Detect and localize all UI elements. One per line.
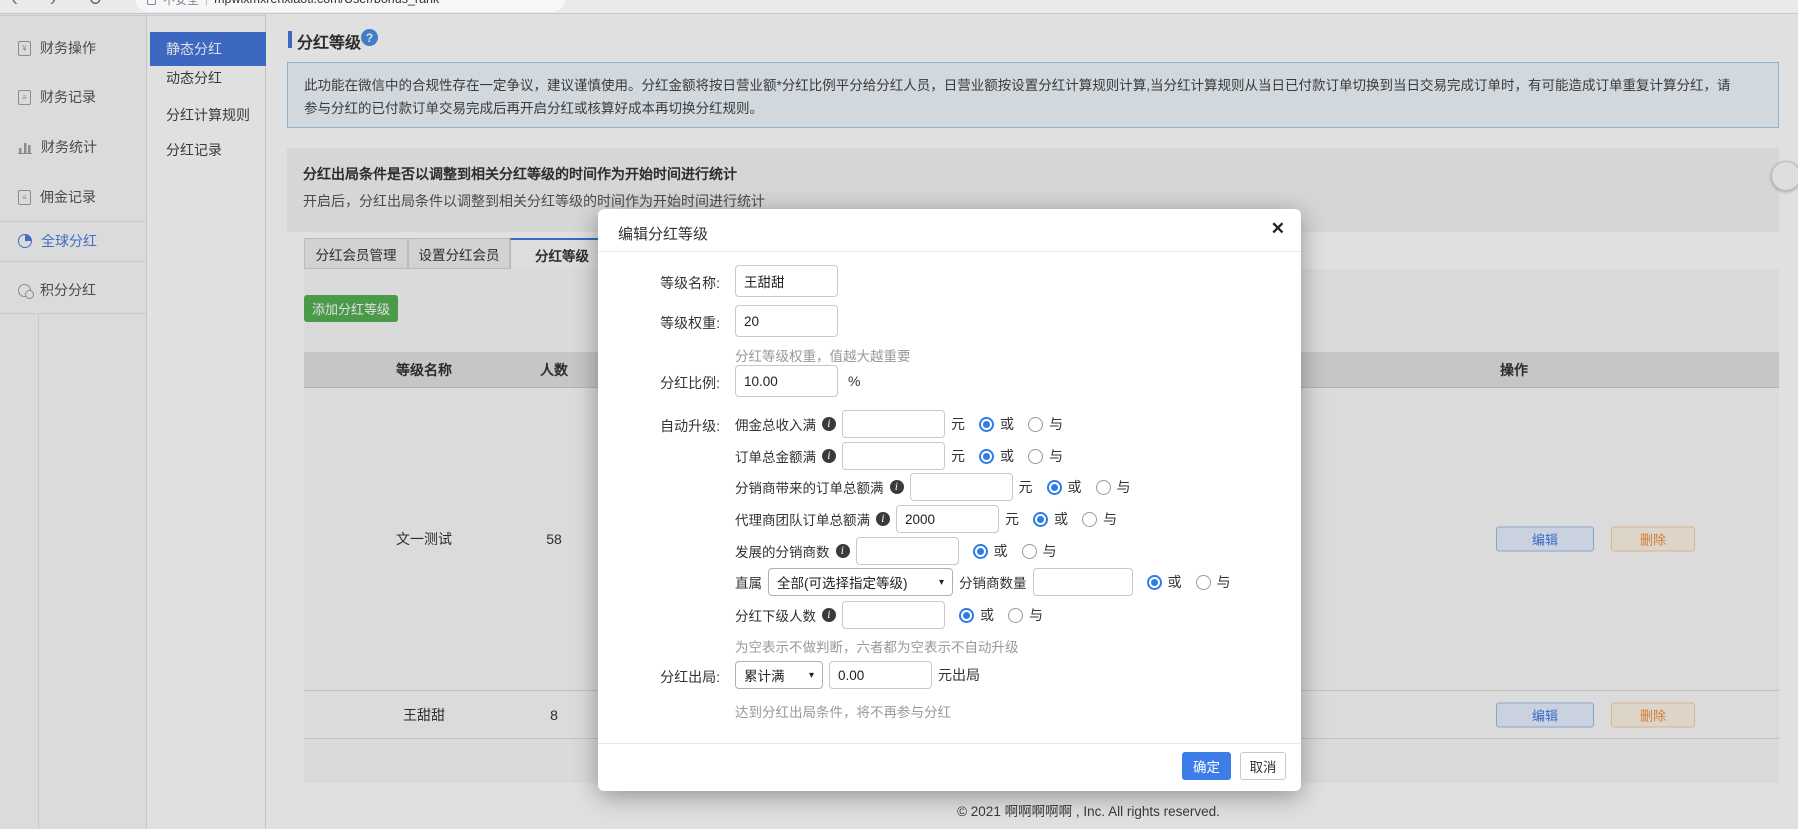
select-value: 全部(可选择指定等级): [777, 572, 908, 592]
chevron-down-icon: ▾: [939, 577, 944, 588]
agent-team-orders-input[interactable]: [896, 505, 999, 533]
browser-reload-icon[interactable]: ↻: [88, 0, 102, 10]
or-radio[interactable]: [979, 417, 994, 432]
or-label: 或: [1054, 509, 1068, 529]
auto-upgrade-row-developed-distributors: 发展的分销商数 i 或 与: [735, 537, 1057, 565]
select-value: 累计满: [744, 665, 785, 685]
url-text: mpwlxmxrenxiaoti.com/User/bonus_rank: [214, 0, 439, 6]
and-radio[interactable]: [1096, 480, 1111, 495]
order-total-input[interactable]: [842, 442, 945, 470]
and-label: 与: [1029, 605, 1043, 625]
auto-upgrade-row-agent-team-orders: 代理商团队订单总额满 i 元 或 与: [735, 505, 1117, 533]
ratio-input[interactable]: [735, 365, 838, 397]
or-label: 或: [1168, 572, 1182, 592]
info-icon[interactable]: i: [890, 480, 904, 494]
or-label: 或: [1000, 414, 1014, 434]
and-radio[interactable]: [1028, 449, 1043, 464]
address-separator: |: [205, 0, 208, 6]
screen: ‹ › ↻ 不安全 | mpwlxmxrenxiaoti.com/User/bo…: [0, 0, 1798, 829]
row-label: 代理商团队订单总额满: [735, 509, 870, 529]
auto-upgrade-hint: 为空表示不做判断，六者都为空表示不自动升级: [735, 636, 1019, 656]
and-label: 与: [1217, 572, 1231, 592]
level-weight-hint: 分红等级权重，值越大越重要: [735, 345, 911, 365]
row-label: 分红下级人数: [735, 605, 816, 625]
info-icon[interactable]: i: [822, 608, 836, 622]
dividend-out-hint: 达到分红出局条件，将不再参与分红: [735, 701, 951, 721]
unit-label: 元: [1019, 477, 1033, 497]
row-label: 佣金总收入满: [735, 414, 816, 434]
and-label: 与: [1117, 477, 1131, 497]
or-radio[interactable]: [959, 608, 974, 623]
address-bar[interactable]: 不安全 | mpwlxmxrenxiaoti.com/User/bonus_ra…: [135, 0, 565, 12]
unit-label: 元: [951, 414, 965, 434]
or-label: 或: [980, 605, 994, 625]
or-label: 或: [1000, 446, 1014, 466]
auto-upgrade-row-commission: 佣金总收入满 i 元 或 与: [735, 410, 1063, 438]
row-label: 分销商带来的订单总额满: [735, 477, 884, 497]
unit-label: 元: [1005, 509, 1019, 529]
and-radio[interactable]: [1196, 575, 1211, 590]
auto-upgrade-label: 自动升级:: [598, 416, 720, 436]
info-icon[interactable]: i: [822, 449, 836, 463]
or-radio[interactable]: [1047, 480, 1062, 495]
or-label: 或: [1068, 477, 1082, 497]
or-radio[interactable]: [979, 449, 994, 464]
level-weight-input[interactable]: [735, 305, 838, 337]
direct-level-select[interactable]: 全部(可选择指定等级) ▾: [768, 568, 953, 596]
row-label: 订单总金额满: [735, 446, 816, 466]
or-radio[interactable]: [1033, 512, 1048, 527]
cancel-button[interactable]: 取消: [1240, 752, 1286, 780]
unit-label: 元: [951, 446, 965, 466]
auto-upgrade-row-sub-members: 分红下级人数 i 或 与: [735, 601, 1043, 629]
and-label: 与: [1049, 414, 1063, 434]
edit-level-modal: 编辑分红等级 ✕ 等级名称: 等级权重: 分红等级权重，值越大越重要 分红比例:…: [598, 209, 1301, 791]
level-name-input[interactable]: [735, 265, 838, 297]
and-radio[interactable]: [1082, 512, 1097, 527]
page-icon: [147, 0, 156, 5]
sub-members-input[interactable]: [842, 601, 945, 629]
ratio-label: 分红比例:: [598, 373, 720, 393]
and-radio[interactable]: [1028, 417, 1043, 432]
close-icon[interactable]: ✕: [1271, 219, 1285, 239]
level-weight-label: 等级权重:: [598, 313, 720, 333]
security-label: 不安全: [163, 0, 199, 8]
info-icon[interactable]: i: [822, 417, 836, 431]
direct-distributor-count-input[interactable]: [1033, 568, 1133, 596]
chevron-down-icon: ▾: [809, 670, 814, 681]
distributor-orders-input[interactable]: [910, 473, 1013, 501]
auto-upgrade-row-direct: 直属 全部(可选择指定等级) ▾ 分销商数量 或 与: [735, 568, 1231, 596]
info-icon[interactable]: i: [876, 512, 890, 526]
row-label: 发展的分销商数: [735, 541, 830, 561]
commission-total-input[interactable]: [842, 410, 945, 438]
or-radio[interactable]: [1147, 575, 1162, 590]
dividend-out-amount-input[interactable]: [829, 661, 932, 689]
and-label: 与: [1049, 446, 1063, 466]
browser-back-icon[interactable]: ‹: [12, 0, 18, 10]
developed-distributors-input[interactable]: [856, 537, 959, 565]
and-label: 与: [1043, 541, 1057, 561]
dividend-out-row: 累计满 ▾ 元出局: [735, 661, 980, 689]
or-radio[interactable]: [973, 544, 988, 559]
info-icon[interactable]: i: [836, 544, 850, 558]
auto-upgrade-row-order-amount: 订单总金额满 i 元 或 与: [735, 442, 1063, 470]
or-label: 或: [994, 541, 1008, 561]
ratio-unit: %: [848, 373, 860, 389]
modal-title: 编辑分红等级: [618, 223, 708, 244]
browser-bar: ‹ › ↻ 不安全 | mpwlxmxrenxiaoti.com/User/bo…: [0, 0, 1798, 14]
row-label: 直属: [735, 572, 762, 592]
and-label: 与: [1103, 509, 1117, 529]
dividend-out-label: 分红出局:: [598, 667, 720, 687]
modal-footer: 确定 取消: [598, 743, 1301, 791]
distributor-count-label: 分销商数量: [959, 572, 1027, 592]
level-name-label: 等级名称:: [598, 273, 720, 293]
modal-header: 编辑分红等级 ✕: [598, 209, 1301, 252]
and-radio[interactable]: [1008, 608, 1023, 623]
auto-upgrade-row-distributor-orders: 分销商带来的订单总额满 i 元 或 与: [735, 473, 1131, 501]
confirm-button[interactable]: 确定: [1182, 752, 1231, 780]
unit-label: 元出局: [938, 665, 980, 685]
and-radio[interactable]: [1022, 544, 1037, 559]
browser-forward-icon[interactable]: ›: [50, 0, 56, 10]
dividend-out-select[interactable]: 累计满 ▾: [735, 661, 823, 689]
